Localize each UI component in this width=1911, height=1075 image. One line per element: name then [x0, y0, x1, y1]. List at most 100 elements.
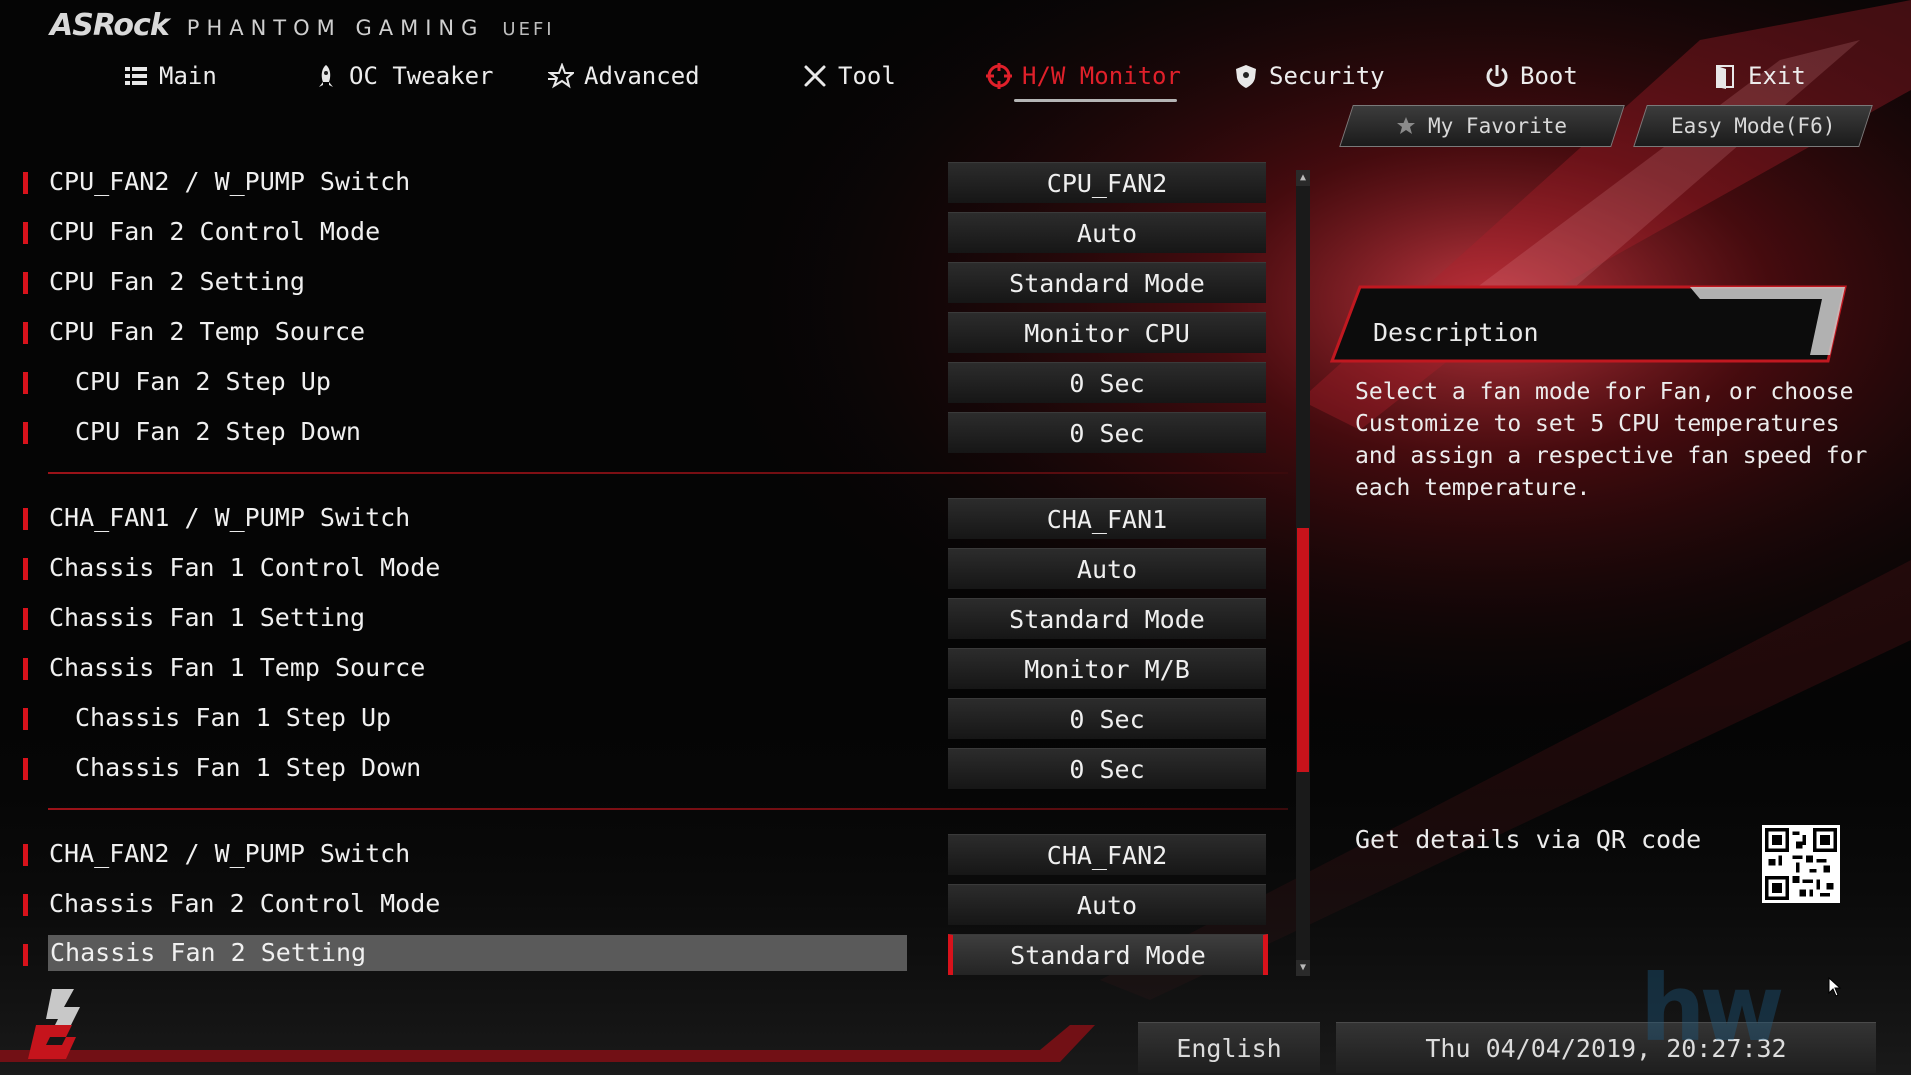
setting-value[interactable]: 0 Sec: [948, 748, 1266, 789]
setting-label: CPU Fan 2 Temp Source: [49, 317, 366, 346]
setting-row[interactable]: Chassis Fan 1 Control Mode Auto: [0, 546, 1300, 590]
brand-header: ASRock PHANTOM GAMING UEFI: [50, 8, 555, 48]
qr-code-label: Get details via QR code: [1355, 825, 1702, 854]
tab-tool[interactable]: Tool: [802, 58, 896, 94]
setting-label: Chassis Fan 1 Step Down: [75, 753, 422, 782]
setting-value[interactable]: Standard Mode: [948, 934, 1268, 975]
setting-value[interactable]: Auto: [948, 212, 1266, 253]
qr-code-image: [1762, 825, 1840, 903]
row-marker: [23, 708, 28, 730]
setting-row[interactable]: CPU_FAN2 / W_PUMP Switch CPU_FAN2: [0, 160, 1300, 204]
setting-label: CPU Fan 2 Step Down: [75, 417, 361, 446]
tab-boot-label: Boot: [1520, 62, 1578, 90]
setting-row[interactable]: CPU Fan 2 Setting Standard Mode: [0, 260, 1300, 304]
tab-boot[interactable]: Boot: [1484, 58, 1578, 94]
tab-hw-monitor-label: H/W Monitor: [1022, 62, 1181, 90]
tools-icon: [804, 65, 826, 87]
setting-value[interactable]: 0 Sec: [948, 698, 1266, 739]
row-marker: [23, 558, 28, 580]
setting-row[interactable]: Chassis Fan 2 Control Mode Auto: [0, 882, 1300, 926]
phantom-gaming-logo: [28, 989, 80, 1059]
setting-row[interactable]: CPU Fan 2 Step Down 0 Sec: [0, 410, 1300, 454]
setting-value[interactable]: Standard Mode: [948, 598, 1266, 639]
row-marker: [23, 322, 28, 344]
date-time-display: Thu 04/04/2019, 20:27:32: [1336, 1022, 1876, 1073]
tab-advanced[interactable]: Advanced: [548, 58, 700, 94]
star-icon: [548, 63, 574, 89]
exit-door-icon: [1716, 65, 1734, 89]
product-name: PHANTOM GAMING: [186, 16, 485, 40]
setting-label: Chassis Fan 1 Step Up: [75, 703, 392, 732]
setting-label: CPU Fan 2 Step Up: [75, 367, 331, 396]
scroll-up-arrow-icon[interactable]: ▲: [1296, 170, 1310, 186]
setting-value[interactable]: 0 Sec: [948, 412, 1266, 453]
tab-exit-label: Exit: [1748, 62, 1806, 90]
row-marker: [23, 894, 28, 916]
power-icon: [1486, 65, 1508, 87]
row-marker: [23, 944, 28, 966]
settings-scrollbar[interactable]: ▲ ▼: [1296, 170, 1310, 976]
setting-value[interactable]: CPU_FAN2: [948, 162, 1266, 203]
tab-oc-tweaker[interactable]: OC Tweaker: [313, 58, 494, 94]
language-select[interactable]: English: [1138, 1022, 1320, 1073]
main-tab-bar: Main OC Tweaker Advanced Tool H/W Monito…: [0, 58, 1911, 102]
setting-value[interactable]: Standard Mode: [948, 262, 1266, 303]
my-favorite-label: My Favorite: [1428, 114, 1568, 138]
row-marker: [23, 172, 28, 194]
description-title: Description: [1373, 318, 1539, 347]
scroll-down-arrow-icon[interactable]: ▼: [1296, 960, 1310, 976]
easy-mode-label: Easy Mode(F6): [1670, 114, 1836, 138]
easy-mode-button[interactable]: Easy Mode(F6): [1633, 105, 1873, 147]
rocket-icon: [319, 65, 333, 87]
row-marker: [23, 222, 28, 244]
setting-label: CHA_FAN1 / W_PUMP Switch: [49, 503, 411, 532]
setting-row[interactable]: Chassis Fan 1 Step Down 0 Sec: [0, 746, 1300, 790]
row-marker: [23, 608, 28, 630]
setting-label: CHA_FAN2 / W_PUMP Switch: [49, 839, 411, 868]
tab-hw-monitor[interactable]: H/W Monitor: [986, 58, 1181, 102]
setting-value[interactable]: 0 Sec: [948, 362, 1266, 403]
setting-value[interactable]: Auto: [948, 548, 1266, 589]
row-marker: [23, 508, 28, 530]
setting-row-selected[interactable]: Chassis Fan 2 Setting Standard Mode: [0, 932, 1300, 976]
setting-label: CPU_FAN2 / W_PUMP Switch: [49, 167, 411, 196]
tab-security-label: Security: [1269, 62, 1385, 90]
setting-row[interactable]: Chassis Fan 1 Temp Source Monitor M/B: [0, 646, 1300, 690]
row-marker: [23, 422, 28, 444]
tab-exit[interactable]: Exit: [1712, 58, 1806, 94]
setting-label: Chassis Fan 2 Control Mode: [49, 889, 441, 918]
setting-value[interactable]: CHA_FAN1: [948, 498, 1266, 539]
row-marker: [23, 658, 28, 680]
setting-label: Chassis Fan 2 Setting: [48, 935, 907, 971]
tab-security[interactable]: Security: [1233, 58, 1385, 94]
setting-label: Chassis Fan 1 Temp Source: [49, 653, 426, 682]
setting-value[interactable]: CHA_FAN2: [948, 834, 1266, 875]
description-text: Select a fan mode for Fan, or choose Cus…: [1355, 379, 1868, 501]
setting-row[interactable]: CPU Fan 2 Step Up 0 Sec: [0, 360, 1300, 404]
setting-row[interactable]: CPU Fan 2 Control Mode Auto: [0, 210, 1300, 254]
my-favorite-button[interactable]: My Favorite: [1339, 105, 1625, 147]
setting-value[interactable]: Monitor M/B: [948, 648, 1266, 689]
shield-icon: [1236, 65, 1256, 88]
tab-tool-label: Tool: [838, 62, 896, 90]
setting-row[interactable]: Chassis Fan 1 Setting Standard Mode: [0, 596, 1300, 640]
setting-label: CPU Fan 2 Setting: [49, 267, 305, 296]
uefi-label: UEFI: [502, 19, 555, 40]
favorite-star-icon: [1397, 117, 1416, 134]
setting-row[interactable]: CPU Fan 2 Temp Source Monitor CPU: [0, 310, 1300, 354]
setting-row[interactable]: CHA_FAN1 / W_PUMP Switch CHA_FAN1: [0, 496, 1300, 540]
setting-label: Chassis Fan 1 Control Mode: [49, 553, 441, 582]
tab-oc-tweaker-label: OC Tweaker: [349, 62, 494, 90]
watermark-logo: hw: [1640, 955, 1784, 1062]
setting-label: CPU Fan 2 Control Mode: [49, 217, 381, 246]
scroll-thumb[interactable]: [1297, 528, 1309, 772]
setting-row[interactable]: Chassis Fan 1 Step Up 0 Sec: [0, 696, 1300, 740]
row-marker: [23, 272, 28, 294]
monitor-target-icon: [986, 63, 1012, 89]
setting-value[interactable]: Auto: [948, 884, 1266, 925]
row-marker: [23, 372, 28, 394]
tab-main[interactable]: Main: [123, 58, 217, 94]
setting-value[interactable]: Monitor CPU: [948, 312, 1266, 353]
setting-row[interactable]: CHA_FAN2 / W_PUMP Switch CHA_FAN2: [0, 832, 1300, 876]
list-icon: [125, 67, 147, 85]
